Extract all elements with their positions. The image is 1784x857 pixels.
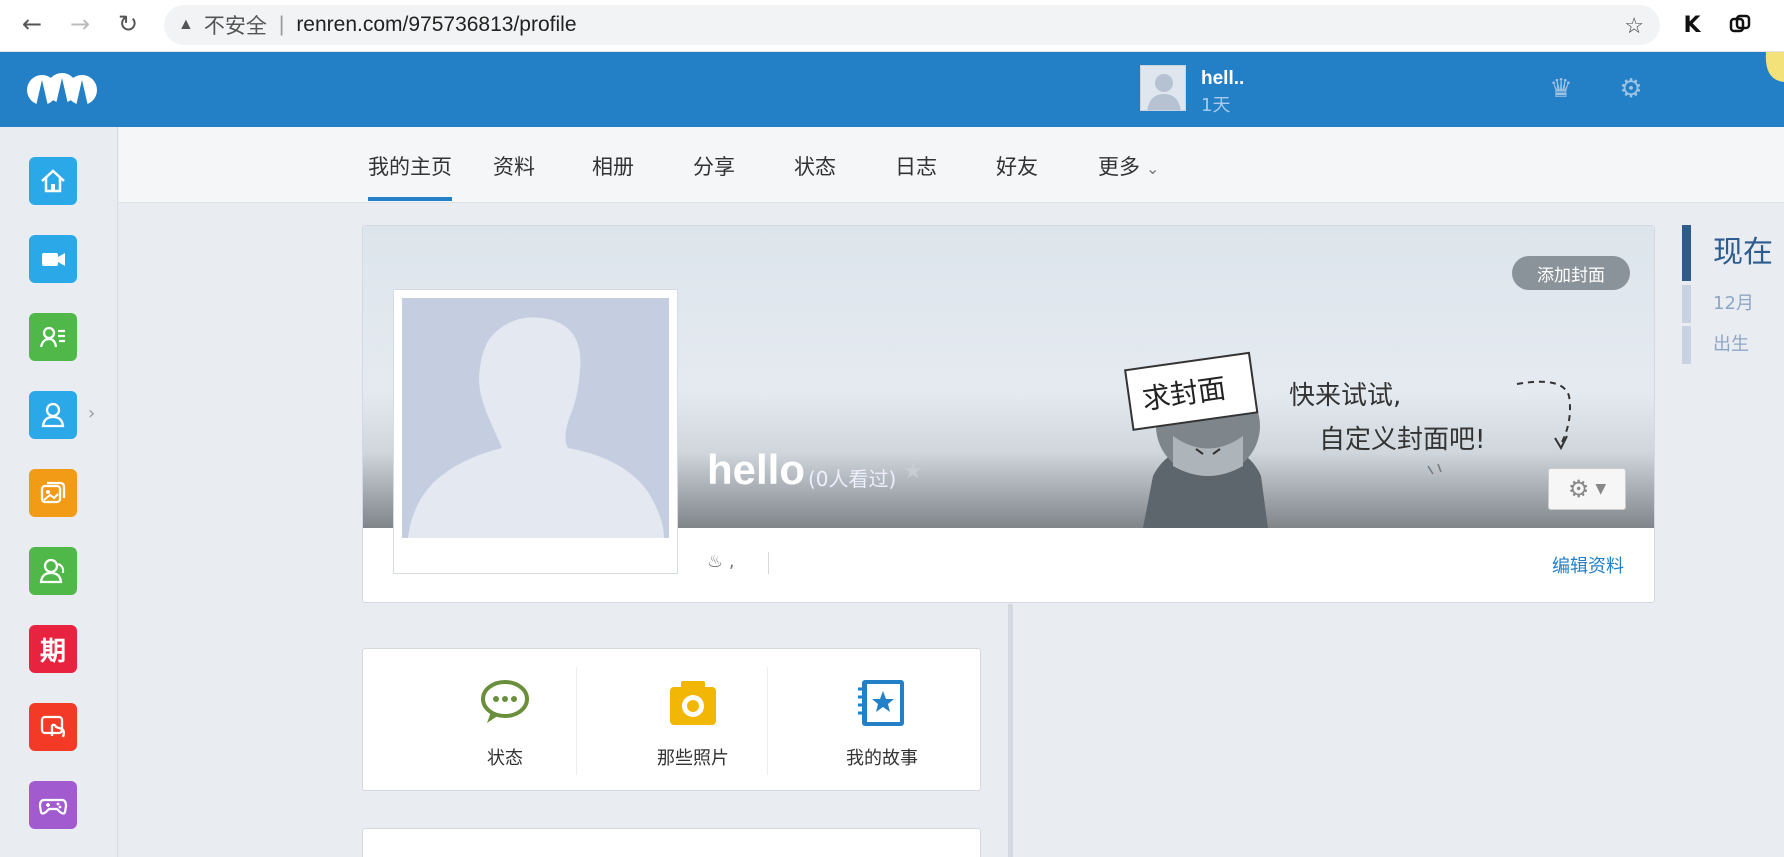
publish-actions: 状态 那些照片 我的故事 [362,648,981,791]
photos-action-label: 那些照片 [657,748,729,769]
header-user-days: 1天 [1201,95,1231,116]
cover-settings-button[interactable]: ⚙ ▼ [1548,468,1626,510]
profile-photo[interactable] [393,289,678,574]
contact-card-icon[interactable] [29,313,77,361]
header-avatar[interactable] [1140,65,1186,111]
action-divider [767,667,768,775]
video-icon[interactable] [29,235,77,283]
profile-view-count: (0人看过) [808,467,897,491]
home-icon[interactable] [29,157,77,205]
profile-card: 添加封面 求封面 快来试试, 自定义封面吧! ⚙ ▼ hello (0人看过) … [362,225,1655,603]
url-text[interactable]: renren.com/975736813/profile [296,13,576,37]
address-separator: | [278,13,285,36]
gear-icon: ⚙ [1567,475,1590,503]
address-bar[interactable]: ▲ 不安全 | renren.com/975736813/profile ☆ [164,5,1660,45]
chevron-down-icon: ⌄ [1146,159,1160,178]
tab-status[interactable]: 状态 [794,151,836,201]
app-sidebar: › 期 [0,127,118,857]
status-action[interactable]: 状态 [410,677,600,770]
camera-icon [670,681,716,725]
warning-icon[interactable]: ▲ [178,16,194,34]
avatar-placeholder [402,298,669,538]
hand-touch-icon[interactable] [29,703,77,751]
cover-text-line1: 快来试试, [1289,381,1401,411]
reload-icon[interactable]: ↻ [112,8,144,40]
tab-home[interactable]: 我的主页 [368,151,452,201]
profile-info-row: ♨ , [707,551,735,572]
cover-text-line2: 自定义封面吧! [1319,425,1485,455]
tab-blog[interactable]: 日志 [895,151,937,201]
timeline-now[interactable]: 现在 [1682,225,1782,281]
extension-link-icon[interactable] [1723,8,1757,42]
back-icon[interactable]: ← [16,8,48,40]
bookmark-star-icon[interactable]: ☆ [1624,13,1644,39]
tab-more[interactable]: 更多 ⌄ [1098,151,1159,201]
story-book-icon [858,680,904,726]
timeline-month[interactable]: 12月 [1682,285,1782,323]
story-action[interactable]: 我的故事 [787,677,977,770]
tab-shares[interactable]: 分享 [693,151,735,201]
person-icon[interactable] [29,391,77,439]
add-cover-button[interactable]: 添加封面 [1512,256,1630,290]
caret-down-icon: ▼ [1595,481,1607,497]
issue-icon[interactable]: 期 [29,625,77,673]
forward-icon[interactable]: → [64,8,96,40]
speech-bubble-icon [481,680,529,723]
timeline-line [1008,604,1013,857]
issue-icon-text: 期 [39,636,66,667]
extension-k-icon[interactable]: K [1675,8,1709,42]
action-divider [576,667,577,775]
feed-card [362,828,981,857]
header-user-name[interactable]: hell.. [1201,68,1244,90]
tab-profile-info[interactable]: 资料 [493,151,535,201]
settings-gear-icon[interactable]: ⚙ [1614,72,1648,106]
corner-decoration [1754,52,1784,92]
friends-icon[interactable] [29,547,77,595]
photos-action[interactable]: 那些照片 [598,677,788,770]
timeline-birth[interactable]: 出生 [1682,326,1782,364]
crown-icon[interactable]: ♛ [1544,72,1578,106]
renren-logo[interactable] [26,68,98,110]
browser-toolbar: ← → ↻ ▲ 不安全 | renren.com/975736813/profi… [0,0,1784,52]
story-action-label: 我的故事 [846,748,918,769]
profile-tabs: 我的主页 资料 相册 分享 状态 日志 好友 更多 ⌄ [119,127,1784,203]
status-action-label: 状态 [487,748,523,769]
info-divider [768,552,769,574]
tab-albums[interactable]: 相册 [592,151,634,201]
sidebar-expand-icon[interactable]: › [88,403,95,424]
edit-profile-link[interactable]: 编辑资料 [1552,552,1624,578]
cover-illustration: 求封面 快来试试, 自定义封面吧! [1124,351,1571,528]
tab-friends[interactable]: 好友 [996,151,1038,201]
profile-name: hello [707,446,806,493]
profile-info-text: , [728,551,735,572]
birthday-cake-icon: ♨ [707,551,724,572]
security-label[interactable]: 不安全 [204,10,267,40]
site-header: hell.. 1天 ♛ ⚙ [0,52,1784,127]
star-icon[interactable]: ★ [903,459,923,484]
photo-album-icon[interactable] [29,469,77,517]
gamepad-icon[interactable] [29,781,77,829]
tab-more-label: 更多 [1098,155,1140,179]
